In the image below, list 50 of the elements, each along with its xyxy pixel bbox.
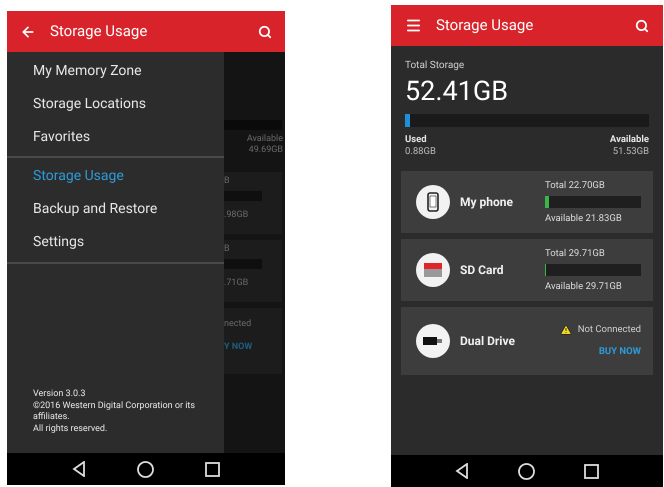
total-text: Total 22.70GB (545, 180, 606, 192)
available-text: Available 21.83GB (545, 212, 623, 224)
total-text: B (224, 244, 231, 255)
drawer-item[interactable]: Settings (7, 226, 224, 259)
app-title: Storage Usage (50, 21, 148, 42)
app-title: Storage Usage (436, 15, 534, 36)
device-storage-bar (224, 259, 262, 269)
device-name: My phone (460, 194, 514, 211)
device-storage-bar (224, 191, 262, 201)
used-label: Used (405, 134, 428, 146)
sd-card-icon (424, 263, 442, 277)
status-text: nected (224, 319, 252, 330)
total-text: B (224, 176, 231, 187)
total-text: Total 29.71GB (545, 248, 606, 260)
footer-text: All rights reserved. (33, 424, 108, 435)
search-icon[interactable] (258, 24, 272, 38)
available-text: Available 29.71GB (545, 280, 623, 292)
available-label: Available (246, 134, 284, 145)
recents-icon[interactable] (584, 464, 599, 478)
drawer-item[interactable]: Storage Locations (7, 88, 224, 121)
total-storage-label: Total Storage (405, 60, 466, 72)
available-text: .71GB (224, 278, 250, 289)
footer-text: ©2016 Western Digital Corporation or its affiliates. (33, 400, 196, 424)
drawer-item[interactable]: Favorites (7, 121, 224, 154)
device-card[interactable]: Dual Drive Not Connected BUY NOW (401, 307, 653, 375)
device-card[interactable]: SD Card Total 29.71GB Available 29.71GB (401, 239, 653, 301)
home-icon[interactable] (518, 462, 535, 480)
warning-icon (560, 324, 572, 336)
back-icon[interactable] (72, 461, 86, 477)
menu-icon[interactable] (405, 17, 422, 34)
available-value: 49.69GB (248, 145, 284, 156)
drawer-item[interactable]: Storage Usage (7, 160, 224, 193)
available-text: .98GB (224, 210, 250, 221)
home-icon[interactable] (136, 460, 154, 478)
drawer-item[interactable]: My Memory Zone (7, 55, 224, 88)
used-value: 0.88GB (405, 146, 436, 158)
status-text: Not Connected (578, 324, 641, 336)
device-name: Dual Drive (460, 333, 516, 350)
available-value: 51.53GB (612, 146, 649, 158)
available-label: Available (610, 134, 649, 146)
phone-icon (427, 192, 439, 212)
recents-icon[interactable] (204, 462, 220, 476)
footer-text: Version 3.0.3 (33, 389, 86, 400)
total-storage-value: 52.41GB (405, 75, 510, 107)
search-icon[interactable] (635, 18, 649, 32)
back-icon[interactable] (455, 463, 470, 479)
drawer-item[interactable]: Backup and Restore (7, 193, 224, 226)
usb-drive-icon (423, 336, 443, 346)
device-name: SD Card (460, 262, 504, 279)
device-card[interactable]: My phone Total 22.70GB Available 21.83GB (401, 171, 653, 233)
